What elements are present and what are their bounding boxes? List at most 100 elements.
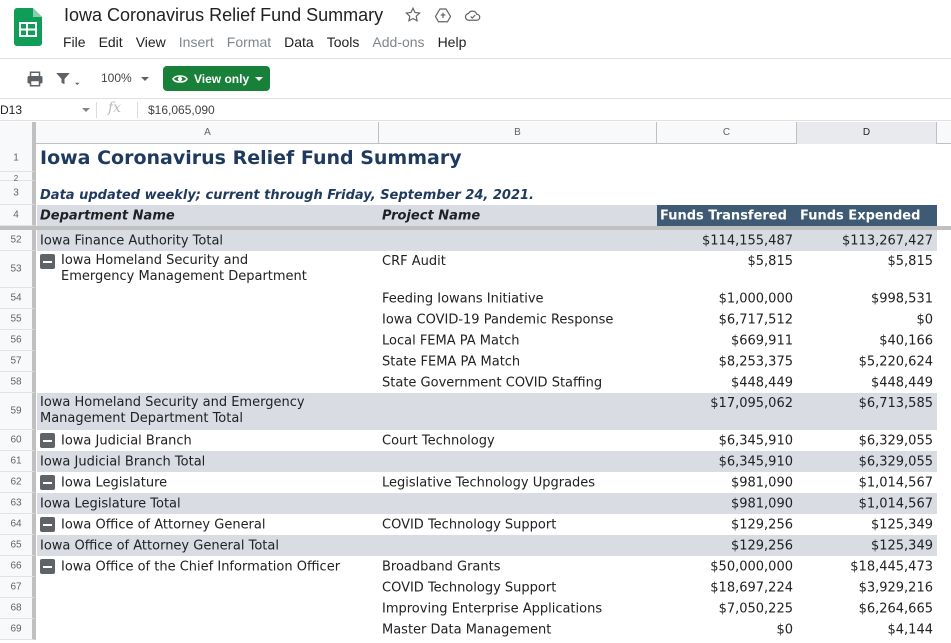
funds-transferred-cell[interactable]: $5,815 [657,251,797,288]
funds-transferred-cell[interactable]: $448,449 [657,372,797,393]
select-all-corner[interactable] [0,122,36,144]
chevron-down-icon[interactable] [140,74,150,84]
column-header-a[interactable]: A [37,122,379,144]
collapse-group-icon[interactable] [40,433,55,448]
row-number[interactable]: 69 [0,619,36,640]
funds-transferred-cell[interactable]: $8,253,375 [657,351,797,372]
row-number[interactable]: 56 [0,330,36,351]
department-cell[interactable] [37,577,379,598]
funds-transferred-cell[interactable]: $669,911 [657,330,797,351]
menu-edit[interactable]: Edit [99,34,123,50]
zoom-select[interactable]: 100% [101,71,132,85]
project-cell[interactable]: Local FEMA PA Match [379,330,657,351]
department-cell[interactable] [37,598,379,619]
header-funds-transferred[interactable]: Funds Transfered [657,205,797,226]
sheets-logo-icon[interactable] [14,8,42,46]
row-number[interactable]: 52 [0,230,36,251]
sheet-subtitle[interactable]: Data updated weekly; current through Fri… [37,181,657,205]
row-number[interactable]: 68 [0,598,36,619]
funds-transferred-cell[interactable]: $981,090 [657,493,797,514]
filter-icon[interactable] [54,70,84,88]
row-number[interactable]: 1 [0,144,36,172]
department-cell[interactable]: Iowa Office of Attorney General Total [37,535,379,556]
funds-expended-cell[interactable]: $125,349 [797,535,937,556]
sheet-title[interactable]: Iowa Coronavirus Relief Fund Summary [37,144,657,172]
document-title[interactable]: Iowa Coronavirus Relief Fund Summary [64,5,383,26]
funds-expended-cell[interactable]: $6,329,055 [797,430,937,451]
header-project-name[interactable]: Project Name [379,205,657,226]
name-box[interactable]: D13 [0,103,22,117]
funds-transferred-cell[interactable]: $114,155,487 [657,230,797,251]
column-header-c[interactable]: C [657,122,797,144]
funds-expended-cell[interactable]: $125,349 [797,514,937,535]
view-only-button[interactable]: View only [163,66,270,91]
department-cell[interactable]: Iowa Judicial Branch [37,430,379,451]
row-number[interactable]: 60 [0,430,36,451]
funds-transferred-cell[interactable]: $50,000,000 [657,556,797,577]
menu-data[interactable]: Data [284,34,314,50]
department-cell[interactable]: Iowa Office of Attorney General [37,514,379,535]
row-number[interactable]: 62 [0,472,36,493]
row-number[interactable]: 64 [0,514,36,535]
project-cell[interactable]: Improving Enterprise Applications [379,598,657,619]
menu-format[interactable]: Format [227,34,271,50]
menu-view[interactable]: View [136,34,166,50]
funds-transferred-cell[interactable]: $17,095,062 [657,393,797,430]
funds-expended-cell[interactable]: $6,713,585 [797,393,937,430]
project-cell[interactable] [379,493,657,514]
project-cell[interactable]: State FEMA PA Match [379,351,657,372]
project-cell[interactable]: Broadband Grants [379,556,657,577]
header-funds-expended[interactable]: Funds Expended [797,205,937,226]
menu-tools[interactable]: Tools [327,34,360,50]
row-number[interactable]: 65 [0,535,36,556]
funds-expended-cell[interactable]: $0 [797,309,937,330]
collapse-group-icon[interactable] [40,475,55,490]
project-cell[interactable]: COVID Technology Support [379,577,657,598]
funds-transferred-cell[interactable]: $981,090 [657,472,797,493]
department-cell[interactable] [37,619,379,640]
funds-expended-cell[interactable]: $40,166 [797,330,937,351]
project-cell[interactable]: Feeding Iowans Initiative [379,288,657,309]
collapse-group-icon[interactable] [40,254,55,269]
funds-expended-cell[interactable]: $5,220,624 [797,351,937,372]
menu-insert[interactable]: Insert [179,34,214,50]
funds-transferred-cell[interactable]: $7,050,225 [657,598,797,619]
row-number[interactable]: 57 [0,351,36,372]
project-cell[interactable]: Iowa COVID-19 Pandemic Response [379,309,657,330]
row-number[interactable]: 4 [0,205,36,226]
funds-transferred-cell[interactable]: $18,697,224 [657,577,797,598]
funds-expended-cell[interactable]: $18,445,473 [797,556,937,577]
department-cell[interactable] [37,372,379,393]
funds-transferred-cell[interactable]: $1,000,000 [657,288,797,309]
department-cell[interactable]: Iowa Legislature Total [37,493,379,514]
funds-expended-cell[interactable]: $113,267,427 [797,230,937,251]
department-cell[interactable] [37,351,379,372]
funds-expended-cell[interactable]: $3,929,216 [797,577,937,598]
row-number[interactable]: 63 [0,493,36,514]
department-cell[interactable]: Iowa Homeland Security and Emergency Man… [37,251,379,288]
funds-transferred-cell[interactable]: $6,345,910 [657,430,797,451]
department-cell[interactable] [37,288,379,309]
column-header-b[interactable]: B [379,122,657,144]
funds-transferred-cell[interactable]: $0 [657,619,797,640]
funds-transferred-cell[interactable]: $129,256 [657,514,797,535]
project-cell[interactable] [379,451,657,472]
collapse-group-icon[interactable] [40,559,55,574]
row-number[interactable]: 54 [0,288,36,309]
menu-add-ons[interactable]: Add-ons [372,34,424,50]
department-cell[interactable] [37,330,379,351]
project-cell[interactable]: Court Technology [379,430,657,451]
star-icon[interactable] [404,6,422,24]
chevron-down-icon[interactable] [82,107,90,113]
row-number[interactable]: 2 [0,172,36,183]
funds-expended-cell[interactable]: $448,449 [797,372,937,393]
project-cell[interactable]: COVID Technology Support [379,514,657,535]
menu-help[interactable]: Help [438,34,467,50]
funds-expended-cell[interactable]: $6,264,665 [797,598,937,619]
row-number[interactable]: 59 [0,393,36,430]
funds-expended-cell[interactable]: $1,014,567 [797,472,937,493]
row-number[interactable]: 58 [0,372,36,393]
header-department-name[interactable]: Department Name [37,205,379,226]
row-number[interactable]: 67 [0,577,36,598]
department-cell[interactable]: Iowa Homeland Security and Emergency Man… [37,393,379,430]
